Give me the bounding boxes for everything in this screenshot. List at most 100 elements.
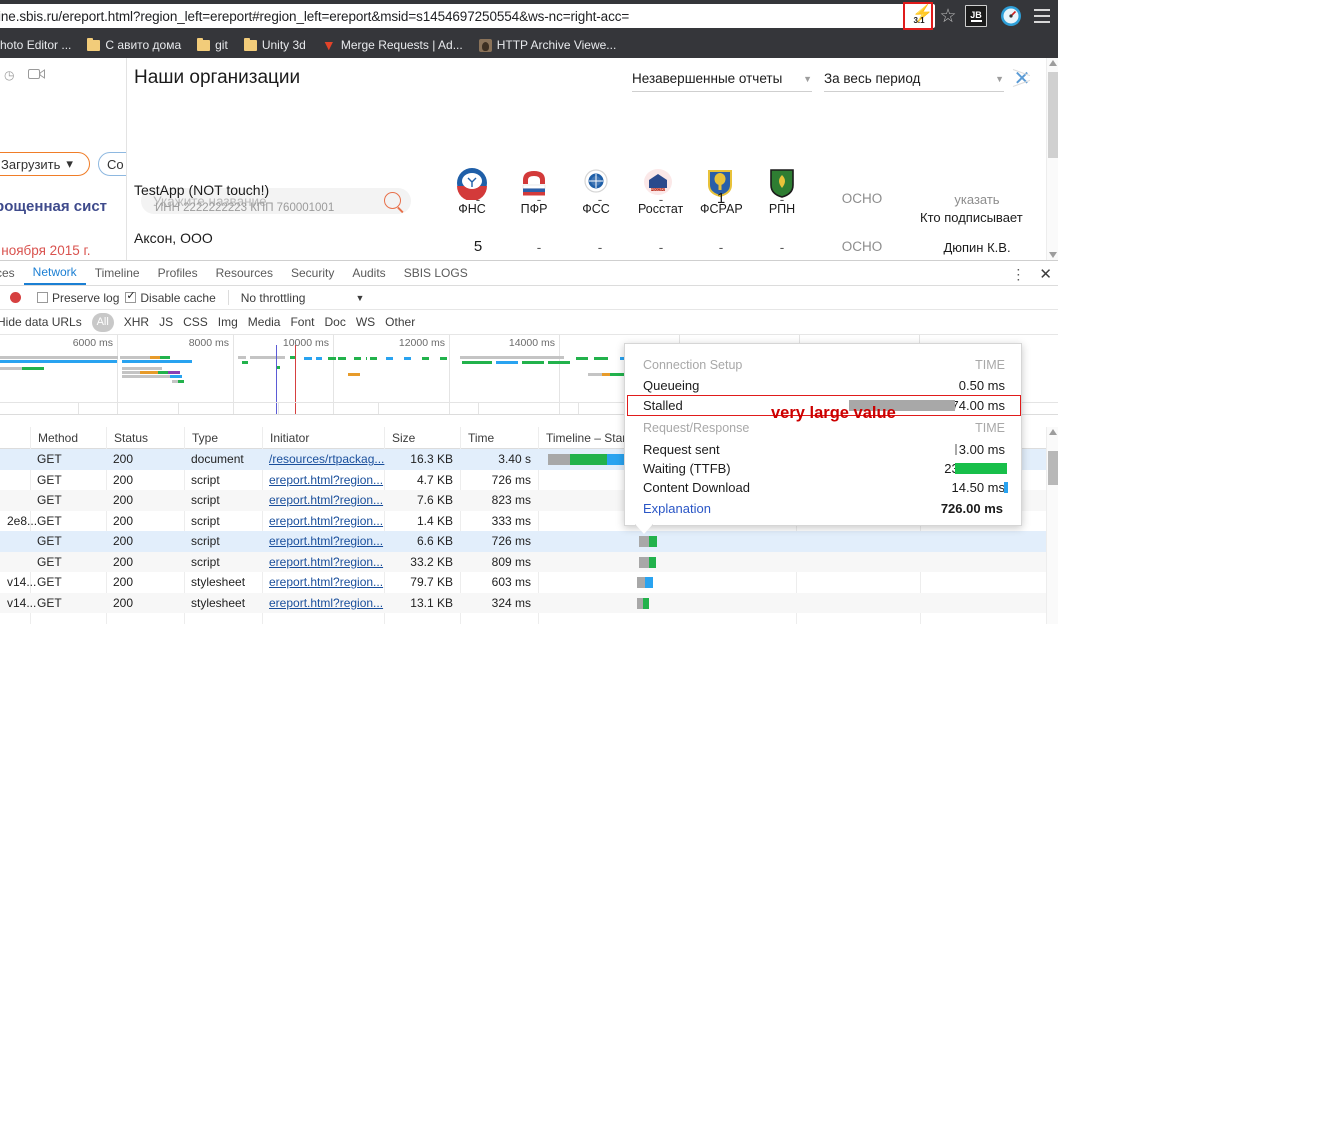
scroll-down-icon[interactable] xyxy=(1049,252,1057,258)
col-size[interactable]: Size xyxy=(384,427,460,449)
overview-request-bar xyxy=(250,356,285,359)
request-timing-tooltip: Connection Setup TIME Queueing 0.50 ms S… xyxy=(624,343,1022,534)
jb-label: JB xyxy=(970,9,982,20)
browser-menu-icon[interactable] xyxy=(1030,4,1054,28)
checkbox-icon[interactable] xyxy=(37,292,48,303)
speedometer-extension-icon[interactable] xyxy=(999,4,1023,28)
bookmark-item[interactable]: HTTP Archive Viewe... xyxy=(471,35,625,55)
table-row[interactable]: v14... GET 200 stylesheet ereport.html?r… xyxy=(0,572,1046,593)
cell-initiator[interactable]: ereport.html?region... xyxy=(262,593,384,614)
table-row[interactable]: GET 200 script ereport.html?region... 6.… xyxy=(0,531,1046,552)
bookmark-item[interactable]: git xyxy=(189,35,236,55)
overview-request-bar xyxy=(304,357,312,360)
tab-profiles[interactable]: Profiles xyxy=(149,261,207,285)
close-devtools-icon[interactable]: ✕ xyxy=(1039,265,1052,283)
filter-img[interactable]: Img xyxy=(218,315,238,329)
tab-security[interactable]: Security xyxy=(282,261,343,285)
search-icon[interactable] xyxy=(384,192,401,209)
request-sent-bar xyxy=(955,444,957,455)
devtools-tabbar-actions: ⋮ ✕ xyxy=(1011,261,1052,286)
filters-bar: Незавершенные отчеты ▼ За весь период ▼ xyxy=(632,68,1004,92)
filter-media[interactable]: Media xyxy=(248,315,281,329)
bookmark-item[interactable]: Photo Editor ... xyxy=(0,35,79,55)
tab-sources[interactable]: rces xyxy=(0,261,24,285)
close-icon[interactable]: ✕ xyxy=(1011,67,1033,90)
upload-button[interactable]: Загрузить ▾ xyxy=(0,152,90,176)
col-status[interactable]: Status xyxy=(106,427,184,449)
filter-xhr[interactable]: XHR xyxy=(124,315,149,329)
page-title: Наши организации xyxy=(134,67,301,88)
video-camera-icon[interactable] xyxy=(28,67,46,79)
scroll-up-icon[interactable] xyxy=(1049,429,1057,435)
bookmark-item[interactable]: С авито дома xyxy=(79,35,189,55)
tab-resources[interactable]: Resources xyxy=(207,261,282,285)
filter-all[interactable]: All xyxy=(91,312,114,332)
filter-other[interactable]: Other xyxy=(385,315,415,329)
more-options-icon[interactable]: ⋮ xyxy=(1011,267,1025,281)
devtools-scrollbar[interactable] xyxy=(1046,427,1058,624)
scroll-up-icon[interactable] xyxy=(1049,60,1057,66)
table-row[interactable]: GET 200 script ereport.html?region... 33… xyxy=(0,551,1046,573)
cell-initiator[interactable]: ereport.html?region... xyxy=(262,531,384,552)
agency-column-fss[interactable]: ФСС xyxy=(576,166,616,216)
page-scrollbar[interactable] xyxy=(1046,58,1058,260)
col-method[interactable]: Method xyxy=(30,427,106,449)
record-button-icon[interactable] xyxy=(10,292,21,303)
agency-column-fns[interactable]: ФНС xyxy=(452,166,492,216)
upload-button-label: Загрузить xyxy=(1,156,61,172)
tooltip-row-label: Request sent xyxy=(643,442,720,457)
bookmark-item[interactable]: ▼ Merge Requests | Ad... xyxy=(314,35,471,55)
jetbrains-extension-icon[interactable]: JB xyxy=(965,5,987,27)
agency-column-rosstat[interactable]: РОССТАТ Росстат xyxy=(638,166,683,216)
overview-request-bar xyxy=(140,371,158,374)
org-signer[interactable]: указать xyxy=(917,192,1037,207)
tab-audits[interactable]: Audits xyxy=(343,261,394,285)
report-status-select[interactable]: Незавершенные отчеты ▼ xyxy=(632,68,812,92)
col-initiator[interactable]: Initiator xyxy=(262,427,384,449)
secondary-button[interactable]: Co xyxy=(98,152,126,176)
overview-request-bar xyxy=(0,356,118,359)
filter-css[interactable]: CSS xyxy=(183,315,208,329)
bookmark-item[interactable]: Unity 3d xyxy=(236,35,314,55)
tab-sbis-logs[interactable]: SBIS LOGS xyxy=(395,261,477,285)
tab-timeline[interactable]: Timeline xyxy=(86,261,149,285)
checkbox-checked-icon[interactable] xyxy=(125,289,137,303)
cell-initiator[interactable]: ereport.html?region... xyxy=(262,511,384,532)
cell-initiator[interactable]: ereport.html?region... xyxy=(262,572,384,593)
bookmark-star-icon[interactable]: ☆ xyxy=(935,3,961,29)
cell-initiator[interactable]: /resources/rtpackag... xyxy=(262,449,384,470)
cell-initiator[interactable]: ereport.html?region... xyxy=(262,490,384,511)
tab-network[interactable]: Network xyxy=(23,261,86,285)
scrollbar-thumb[interactable] xyxy=(1048,72,1058,158)
filter-font[interactable]: Font xyxy=(290,315,314,329)
cell-status: 200 xyxy=(113,493,134,508)
col-type[interactable]: Type xyxy=(184,427,262,449)
throttling-select[interactable]: No throttling ▼ xyxy=(241,291,365,305)
tooltip-time-header: TIME xyxy=(975,420,1005,435)
period-select[interactable]: За весь период ▼ xyxy=(824,68,1004,92)
tooltip-row-content-download: Content Download 14.50 ms xyxy=(643,478,1008,497)
agency-columns: ФНС ПФР ФСС РОССТАТ Росстат ФСРАР РПН xyxy=(452,166,802,216)
cell-initiator[interactable]: ereport.html?region... xyxy=(262,552,384,573)
agency-column-rpn[interactable]: РПН xyxy=(762,166,802,216)
filter-ws[interactable]: WS xyxy=(356,315,375,329)
tooltip-row-waiting-ttfb: Waiting (TTFB) 234.00 ms xyxy=(643,459,1007,478)
agency-column-pfr[interactable]: ПФР xyxy=(514,166,554,216)
col-time[interactable]: Time xyxy=(460,427,538,449)
filter-js[interactable]: JS xyxy=(159,315,173,329)
lightning-bolt-icon[interactable]: ⚡ 3.1 xyxy=(908,5,933,27)
table-row[interactable]: v14... GET 200 stylesheet ereport.html?r… xyxy=(0,592,1046,614)
address-bar[interactable]: ine.sbis.ru/ereport.html?region_left=ere… xyxy=(0,4,935,28)
hide-data-urls-label[interactable]: Hide data URLs xyxy=(0,315,82,329)
preserve-log-checkbox[interactable]: Preserve log xyxy=(37,291,119,305)
filter-doc[interactable]: Doc xyxy=(324,315,345,329)
col-name[interactable] xyxy=(0,427,30,449)
cell-initiator[interactable]: ereport.html?region... xyxy=(262,470,384,491)
explanation-link[interactable]: Explanation xyxy=(643,501,711,516)
org-tax-system: ОСНО xyxy=(841,239,883,254)
org-signer[interactable]: Дюпин К.В. xyxy=(917,240,1037,255)
disable-cache-checkbox[interactable]: Disable cache xyxy=(125,289,216,305)
overview-request-bar xyxy=(386,357,393,360)
scrollbar-thumb[interactable] xyxy=(1048,451,1058,485)
overview-request-bar xyxy=(496,361,518,364)
